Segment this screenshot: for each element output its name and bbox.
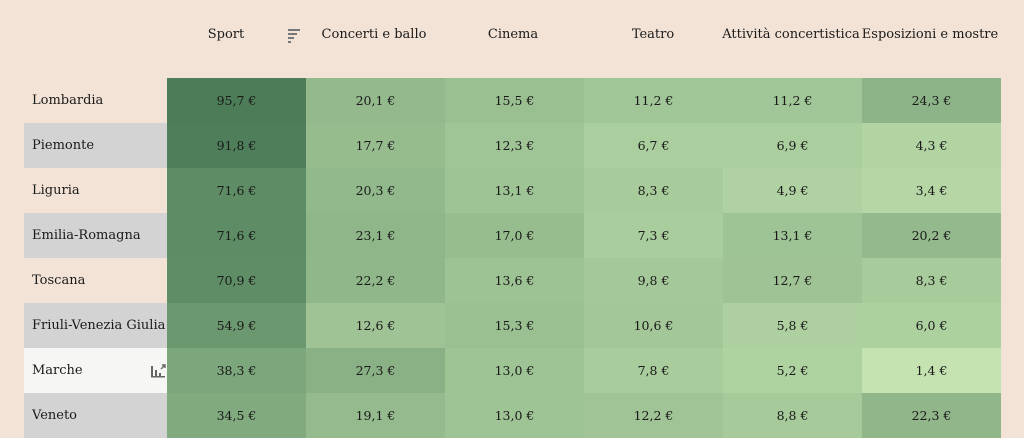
column-header[interactable]: Cinema <box>438 0 588 70</box>
heatmap-cell: 13,0 € <box>445 348 584 393</box>
column-header[interactable]: Teatro <box>578 0 728 70</box>
heatmap-cell: 22,3 € <box>862 393 1001 438</box>
row-label[interactable]: Liguria <box>24 168 167 213</box>
heatmap-cell: 12,3 € <box>445 123 584 168</box>
heatmap-cell: 12,6 € <box>306 303 445 348</box>
heatmap-cell: 27,3 € <box>306 348 445 393</box>
heatmap-cell: 91,8 € <box>167 123 306 168</box>
heatmap-cell: 8,8 € <box>723 393 862 438</box>
row-label[interactable]: Piemonte <box>24 123 167 168</box>
column-header[interactable]: Esposizioni e mostre <box>855 0 1005 70</box>
heatmap-cell: 6,9 € <box>723 123 862 168</box>
heatmap-cell: 5,2 € <box>723 348 862 393</box>
column-header[interactable]: Attività concertistica <box>716 0 866 70</box>
heatmap-cell: 71,6 € <box>167 213 306 258</box>
heatmap-cell: 10,6 € <box>584 303 723 348</box>
heatmap-cell: 4,9 € <box>723 168 862 213</box>
row-label[interactable]: Friuli-Venezia Giulia <box>24 303 167 348</box>
row-label[interactable]: Lombardia <box>24 78 167 123</box>
heatmap-cell: 8,3 € <box>584 168 723 213</box>
heatmap-cell: 11,2 € <box>584 78 723 123</box>
heatmap-cell: 17,0 € <box>445 213 584 258</box>
heatmap-cell: 15,3 € <box>445 303 584 348</box>
heatmap-cell: 22,2 € <box>306 258 445 303</box>
heatmap-cell: 23,1 € <box>306 213 445 258</box>
heatmap-cell: 54,9 € <box>167 303 306 348</box>
column-header[interactable]: Concerti e ballo <box>299 0 449 70</box>
heatmap-cell: 6,0 € <box>862 303 1001 348</box>
heatmap-cell: 13,1 € <box>445 168 584 213</box>
heatmap-cell: 1,4 € <box>862 348 1001 393</box>
heatmap-cell: 5,8 € <box>723 303 862 348</box>
heatmap-cell: 34,5 € <box>167 393 306 438</box>
bar-chart-icon[interactable] <box>150 362 166 378</box>
row-label[interactable]: Marche <box>24 348 167 393</box>
heatmap-cell: 70,9 € <box>167 258 306 303</box>
heatmap-cell: 24,3 € <box>862 78 1001 123</box>
row-label[interactable]: Veneto <box>24 393 167 438</box>
column-header[interactable]: Sport <box>151 0 301 70</box>
row-label[interactable]: Toscana <box>24 258 167 303</box>
heatmap-cell: 71,6 € <box>167 168 306 213</box>
heatmap-cell: 11,2 € <box>723 78 862 123</box>
heatmap-cell: 13,1 € <box>723 213 862 258</box>
heatmap-cell: 19,1 € <box>306 393 445 438</box>
heatmap-cell: 95,7 € <box>167 78 306 123</box>
heatmap-cell: 12,7 € <box>723 258 862 303</box>
heatmap-table: Sport Concerti e ballo Cinema Teatro Attivit… <box>0 0 1024 438</box>
heatmap-cell: 38,3 € <box>167 348 306 393</box>
heatmap-cell: 20,1 € <box>306 78 445 123</box>
heatmap-cell: 15,5 € <box>445 78 584 123</box>
heatmap-cell: 8,3 € <box>862 258 1001 303</box>
heatmap-cell: 4,3 € <box>862 123 1001 168</box>
heatmap-cell: 13,0 € <box>445 393 584 438</box>
heatmap-cell: 20,3 € <box>306 168 445 213</box>
heatmap-cell: 13,6 € <box>445 258 584 303</box>
heatmap-cell: 9,8 € <box>584 258 723 303</box>
heatmap-cell: 12,2 € <box>584 393 723 438</box>
heatmap-cell: 20,2 € <box>862 213 1001 258</box>
heatmap-cell: 3,4 € <box>862 168 1001 213</box>
heatmap-cell: 6,7 € <box>584 123 723 168</box>
heatmap-cell: 17,7 € <box>306 123 445 168</box>
row-label[interactable]: Emilia-Romagna <box>24 213 167 258</box>
heatmap-cell: 7,3 € <box>584 213 723 258</box>
heatmap-cell: 7,8 € <box>584 348 723 393</box>
